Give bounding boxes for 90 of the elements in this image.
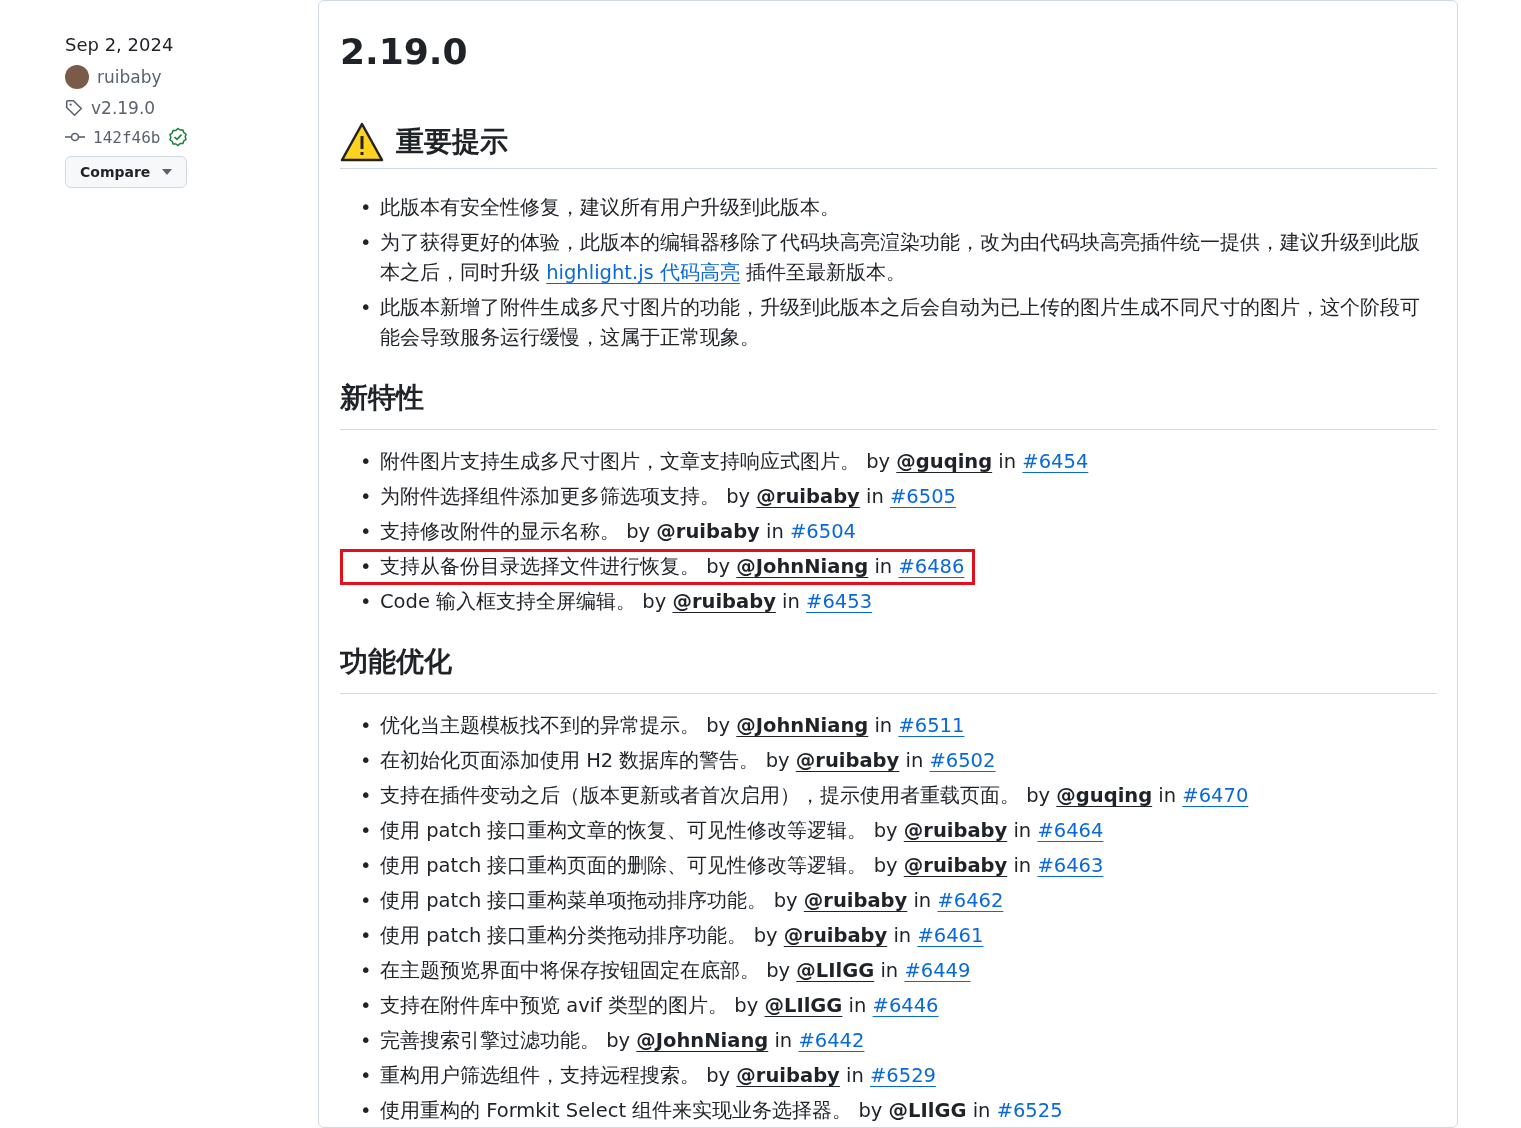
bullet: •: [360, 449, 373, 475]
author-link[interactable]: @JohnNiang: [736, 555, 869, 578]
list-item-text: Code 输入框支持全屏编辑。 by @ruibaby in #6453: [380, 589, 873, 615]
section-heading: 功能优化: [340, 644, 452, 680]
bullet: •: [360, 958, 373, 984]
author-link[interactable]: @ruibaby: [803, 889, 908, 912]
list-item-text: 使用 patch 接口重构菜单项拖动排序功能。 by @ruibaby in #6462: [380, 888, 1004, 914]
release-title: 2.19.0: [340, 31, 469, 72]
bullet: •: [360, 589, 373, 615]
author-link[interactable]: @ruibaby: [903, 819, 1008, 842]
bullet: •: [360, 484, 373, 510]
list-item-text: 支持修改附件的显示名称。 by @ruibaby in #6504: [380, 519, 856, 545]
list-item-text: 此版本新增了附件生成多尺寸图片的功能，升级到此版本之后会自动为已上传的图片生成不同尺寸的图片，这个阶段可能会导致服务运行缓慢，这属于正常现象。: [380, 295, 1421, 351]
author-link[interactable]: @JohnNiang: [636, 1029, 769, 1052]
bullet: •: [360, 783, 373, 809]
pull-request-link[interactable]: #6504: [790, 520, 856, 543]
author-link[interactable]: @guqing: [896, 450, 993, 473]
author-link[interactable]: @ruibaby: [672, 590, 776, 613]
list-item-text: 在主题预览界面中将保存按钮固定在底部。 by @LIlGG in #6449: [380, 958, 971, 984]
section-heading: 新特性: [340, 380, 424, 416]
author-link[interactable]: @guqing: [1056, 784, 1153, 807]
bullet: •: [360, 923, 373, 949]
pull-request-link[interactable]: #6511: [898, 714, 965, 737]
list-item-text: 支持从备份目录选择文件进行恢复。 by @JohnNiang in #6486: [380, 554, 965, 580]
bullet: •: [360, 1028, 373, 1054]
verified-icon[interactable]: [168, 127, 189, 147]
author-link[interactable]: @ruibaby: [903, 854, 1008, 877]
pull-request-link[interactable]: #6463: [1037, 854, 1104, 877]
pull-request-link[interactable]: #6462: [937, 889, 1004, 912]
list-item-text: 使用 patch 接口重构分类拖动排序功能。 by @ruibaby in #6461: [380, 923, 984, 949]
list-item-text: 支持在插件变动之后（版本更新或者首次启用），提示使用者重载页面。 by @guqing in #6470: [380, 783, 1249, 809]
caret-icon: [162, 169, 173, 175]
author-link[interactable]: @LIlGG: [888, 1099, 967, 1122]
list-item-text: 此版本有安全性修复，建议所有用户升级到此版本。: [380, 195, 840, 221]
list-item-text: 附件图片支持生成多尺寸图片，文章支持响应式图片。 by @guqing in #6454: [380, 449, 1089, 475]
list-item-text: 优化当主题模板找不到的异常提示。 by @JohnNiang in #6511: [380, 713, 965, 739]
pull-request-link[interactable]: #6486: [898, 555, 965, 578]
author-link[interactable]: @ruibaby: [795, 749, 900, 772]
list-item-text: 为附件选择组件添加更多筛选项支持。 by @ruibaby in #6505: [380, 484, 956, 510]
bullet: •: [360, 554, 373, 580]
pull-request-link[interactable]: #6525: [996, 1099, 1063, 1122]
author-link[interactable]: @ruibaby: [736, 1064, 840, 1087]
list-item-text: 为了获得更好的体验，此版本的编辑器移除了代码块高亮渲染功能，改为由代码块高亮插件统一提供，建议升级到此版本之后，同时升级 highlight.js 代码高亮 插件至最新版本。: [380, 230, 1421, 286]
bullet: •: [360, 853, 373, 879]
compare-button[interactable]: Compare: [65, 156, 188, 188]
author-link[interactable]: ruibaby: [97, 67, 162, 87]
pull-request-link[interactable]: #6529: [870, 1064, 936, 1087]
bullet: •: [360, 818, 373, 844]
pull-request-link[interactable]: #6446: [872, 994, 939, 1017]
author-link[interactable]: @ruibaby: [783, 924, 888, 947]
warning-icon: [340, 122, 384, 162]
list-item-text: 支持在附件库中预览 avif 类型的图片。 by @LIlGG in #6446: [380, 993, 939, 1019]
pull-request-link[interactable]: #6442: [798, 1029, 865, 1052]
section-heading: 重要提示: [396, 124, 508, 160]
bullet: •: [360, 1063, 373, 1089]
list-item-text: 在初始化页面添加使用 H2 数据库的警告。 by @ruibaby in #6502: [380, 748, 996, 774]
pull-request-link[interactable]: #6464: [1037, 819, 1104, 842]
pull-request-link[interactable]: #6502: [929, 749, 996, 772]
commit-link[interactable]: 142f46b: [93, 127, 161, 147]
list-item-text: 使用 patch 接口重构文章的恢复、可见性修改等逻辑。 by @ruibaby in #6464: [380, 818, 1104, 844]
pull-request-link[interactable]: #6453: [806, 590, 873, 613]
bullet: •: [360, 748, 373, 774]
pull-request-link[interactable]: #6454: [1022, 450, 1089, 473]
bullet: •: [360, 888, 373, 914]
commit-icon: [65, 131, 85, 143]
bullet: •: [360, 295, 373, 321]
plugin-link[interactable]: highlight.js 代码高亮: [546, 261, 740, 284]
tag-icon: [65, 99, 83, 117]
list-item-text: 完善搜索引擎过滤功能。 by @JohnNiang in #6442: [380, 1028, 865, 1054]
bullet: •: [360, 195, 373, 221]
author-link[interactable]: @LIlGG: [796, 959, 875, 982]
list-item-text: 使用 patch 接口重构页面的删除、可见性修改等逻辑。 by @ruibaby in #6463: [380, 853, 1104, 879]
pull-request-link[interactable]: #6449: [904, 959, 971, 982]
bullet: •: [360, 519, 373, 545]
pull-request-link[interactable]: #6470: [1182, 784, 1249, 807]
pull-request-link[interactable]: #6461: [917, 924, 984, 947]
bullet: •: [360, 1098, 373, 1124]
author-link[interactable]: @ruibaby: [656, 520, 760, 543]
list-item-text: 使用重构的 Formkit Select 组件来实现业务选择器。 by @LIlGG in #6525: [380, 1098, 1063, 1124]
author-link[interactable]: @ruibaby: [756, 485, 860, 508]
bullet: •: [360, 230, 373, 256]
bullet: •: [360, 713, 373, 739]
author-link[interactable]: @JohnNiang: [736, 714, 869, 737]
pull-request-link[interactable]: #6505: [890, 485, 956, 508]
tag-link[interactable]: v2.19.0: [91, 98, 156, 118]
release-date: Sep 2, 2024: [65, 34, 175, 55]
author-link[interactable]: @LIlGG: [764, 994, 843, 1017]
list-item-text: 重构用户筛选组件，支持远程搜索。 by @ruibaby in #6529: [380, 1063, 936, 1089]
avatar-icon[interactable]: [65, 65, 89, 89]
bullet: •: [360, 993, 373, 1019]
